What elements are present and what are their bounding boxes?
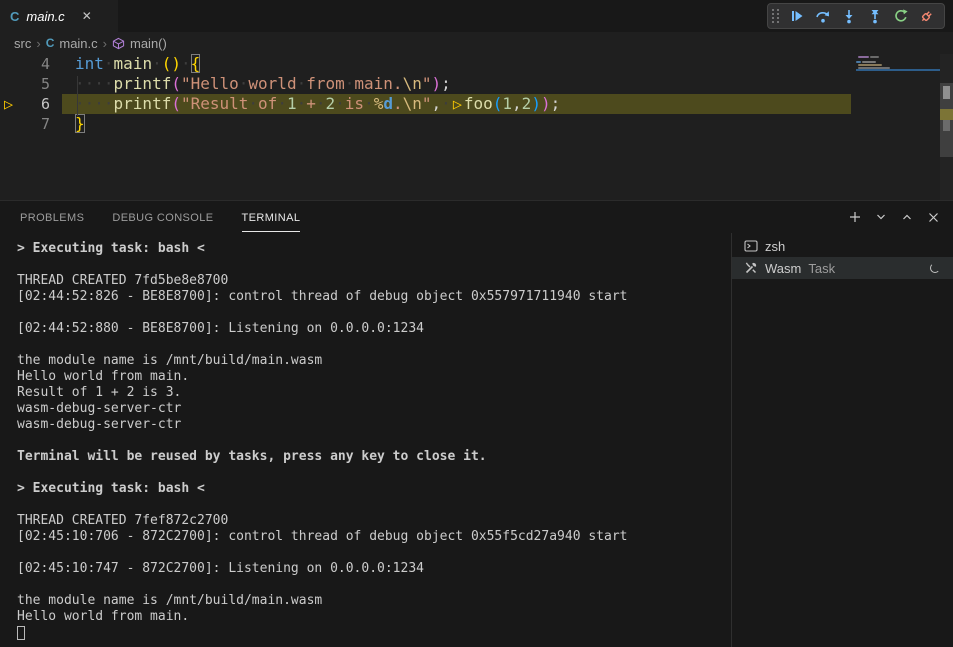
maximize-panel-button[interactable] [897, 207, 917, 227]
terminal-list-item-zsh[interactable]: zsh [732, 235, 953, 257]
inline-execution-marker-icon: ▷ [451, 95, 464, 113]
terminal-line: [02:44:52:880 - BE8E8700]: Listening on … [17, 321, 730, 337]
code-text[interactable]: } [62, 114, 851, 134]
continue-button[interactable] [786, 5, 808, 27]
terminal-icon [744, 239, 758, 253]
vscode-window: C main.c ✕ src › Cmain.c › main() 4int·main·… [0, 0, 953, 647]
restart-button[interactable] [890, 5, 912, 27]
terminal-line: the module name is /mnt/build/main.wasm [17, 353, 730, 369]
code-line-4: 4int·main·()·{ [0, 54, 953, 74]
close-tab-icon[interactable]: ✕ [82, 9, 92, 23]
c-file-icon: C [10, 9, 19, 24]
breadcrumb-separator-icon: › [103, 36, 107, 51]
terminal-list-item-wasm[interactable]: Wasm Task [732, 257, 953, 279]
line-number-gutter[interactable]: 4 [0, 54, 62, 74]
code-text[interactable]: ····printf("Hello·world·from·main.\n"); [62, 74, 851, 94]
overview-mark [943, 120, 950, 131]
terminal-line [17, 577, 730, 593]
step-over-button[interactable] [812, 5, 834, 27]
terminal-line [17, 545, 730, 561]
terminal-line [17, 465, 730, 481]
breadcrumb-label: main() [130, 36, 167, 51]
terminal-line: [02:44:52:826 - BE8E8700]: control threa… [17, 289, 730, 305]
terminal-line: [02:45:10:706 - 872C2700]: control threa… [17, 529, 730, 545]
tab-label: main.c [26, 9, 64, 24]
breadcrumb-label: src [14, 36, 31, 51]
code-line-5: 5····printf("Hello·world·from·main.\n"); [0, 74, 953, 94]
terminal-line [17, 337, 730, 353]
terminal-line: Hello world from main. [17, 369, 730, 385]
terminal-line: Result of 1 + 2 is 3. [17, 385, 730, 401]
overview-mark [943, 86, 950, 99]
breadcrumb-item-main[interactable]: main() [112, 36, 167, 51]
tab-main-c[interactable]: C main.c ✕ [0, 0, 118, 32]
terminal-line: the module name is /mnt/build/main.wasm [17, 593, 730, 609]
symbol-module-icon [112, 37, 125, 50]
terminal-list-label: zsh [765, 239, 785, 254]
disconnect-button[interactable] [916, 5, 938, 27]
step-out-button[interactable] [864, 5, 886, 27]
new-terminal-button[interactable] [845, 207, 865, 227]
terminal-line: > Executing task: bash < [17, 481, 730, 497]
drag-handle-icon[interactable] [772, 9, 780, 23]
code-line-6: 6▷····printf("Result·of·1·+·2·is·%d.\n",… [0, 94, 953, 114]
indent-guide [77, 76, 78, 116]
editor-tab-bar: C main.c ✕ [0, 0, 953, 32]
terminal-instance-list: zsh Wasm Task [731, 233, 953, 647]
line-number-gutter[interactable]: 6▷ [0, 94, 62, 114]
breadcrumb-separator-icon: › [36, 36, 40, 51]
breadcrumb: src › Cmain.c › main() [0, 32, 953, 54]
terminal-line [17, 257, 730, 273]
terminal-line: > Executing task: bash < [17, 241, 730, 257]
panel-tab-terminal[interactable]: TERMINAL [242, 203, 301, 232]
code-line-7: 7} [0, 114, 953, 134]
terminal-output[interactable]: > Executing task: bash < THREAD CREATED 7… [0, 233, 730, 647]
task-busy-spinner-icon [930, 263, 940, 273]
step-into-button[interactable] [838, 5, 860, 27]
panel-tab-problems[interactable]: PROBLEMS [20, 203, 84, 232]
terminal-line: Terminal will be reused by tasks, press … [17, 449, 730, 465]
terminal-line [17, 433, 730, 449]
terminal-line: wasm-debug-server-ctr [17, 401, 730, 417]
code-text[interactable]: int·main·()·{ [62, 54, 851, 74]
breadcrumb-item-mainc[interactable]: Cmain.c [46, 36, 98, 51]
editor-scrollbar[interactable] [940, 54, 953, 200]
c-file-icon: C [46, 36, 55, 50]
terminal-line: [02:45:10:747 - 872C2700]: Listening on … [17, 561, 730, 577]
terminal-line [17, 305, 730, 321]
terminal-line [17, 497, 730, 513]
panel-header: PROBLEMS DEBUG CONSOLE TERMINAL [0, 201, 953, 233]
breadcrumb-item-src[interactable]: src [14, 36, 31, 51]
overview-debug-line-mark [940, 109, 953, 120]
tools-icon [744, 261, 758, 275]
breadcrumb-label: main.c [59, 36, 97, 51]
code-editor[interactable]: 4int·main·()·{5····printf("Hello·world·f… [0, 54, 953, 200]
terminal-dropdown-button[interactable] [871, 207, 891, 227]
terminal-list-suffix: Task [808, 261, 835, 276]
panel-tab-debug-console[interactable]: DEBUG CONSOLE [112, 203, 213, 232]
terminal-cursor [17, 626, 25, 640]
minimap-highlight [856, 69, 940, 71]
terminal-line: THREAD CREATED 7fef872c2700 [17, 513, 730, 529]
terminal-list-label: Wasm [765, 261, 801, 276]
terminal-line: wasm-debug-server-ctr [17, 417, 730, 433]
line-number-gutter[interactable]: 5 [0, 74, 62, 94]
line-number-gutter[interactable]: 7 [0, 114, 62, 134]
code-text[interactable]: ····printf("Result·of·1·+·2·is·%d.\n",·▷… [62, 94, 851, 114]
debug-current-line-arrow-icon: ▷ [4, 94, 13, 114]
close-panel-button[interactable] [923, 207, 943, 227]
debug-toolbar [767, 3, 945, 29]
terminal-line: THREAD CREATED 7fd5be8e8700 [17, 273, 730, 289]
terminal-line: Hello world from main. [17, 609, 730, 625]
minimap[interactable] [855, 54, 940, 200]
bottom-panel: PROBLEMS DEBUG CONSOLE TERMINAL > Executin… [0, 200, 953, 647]
